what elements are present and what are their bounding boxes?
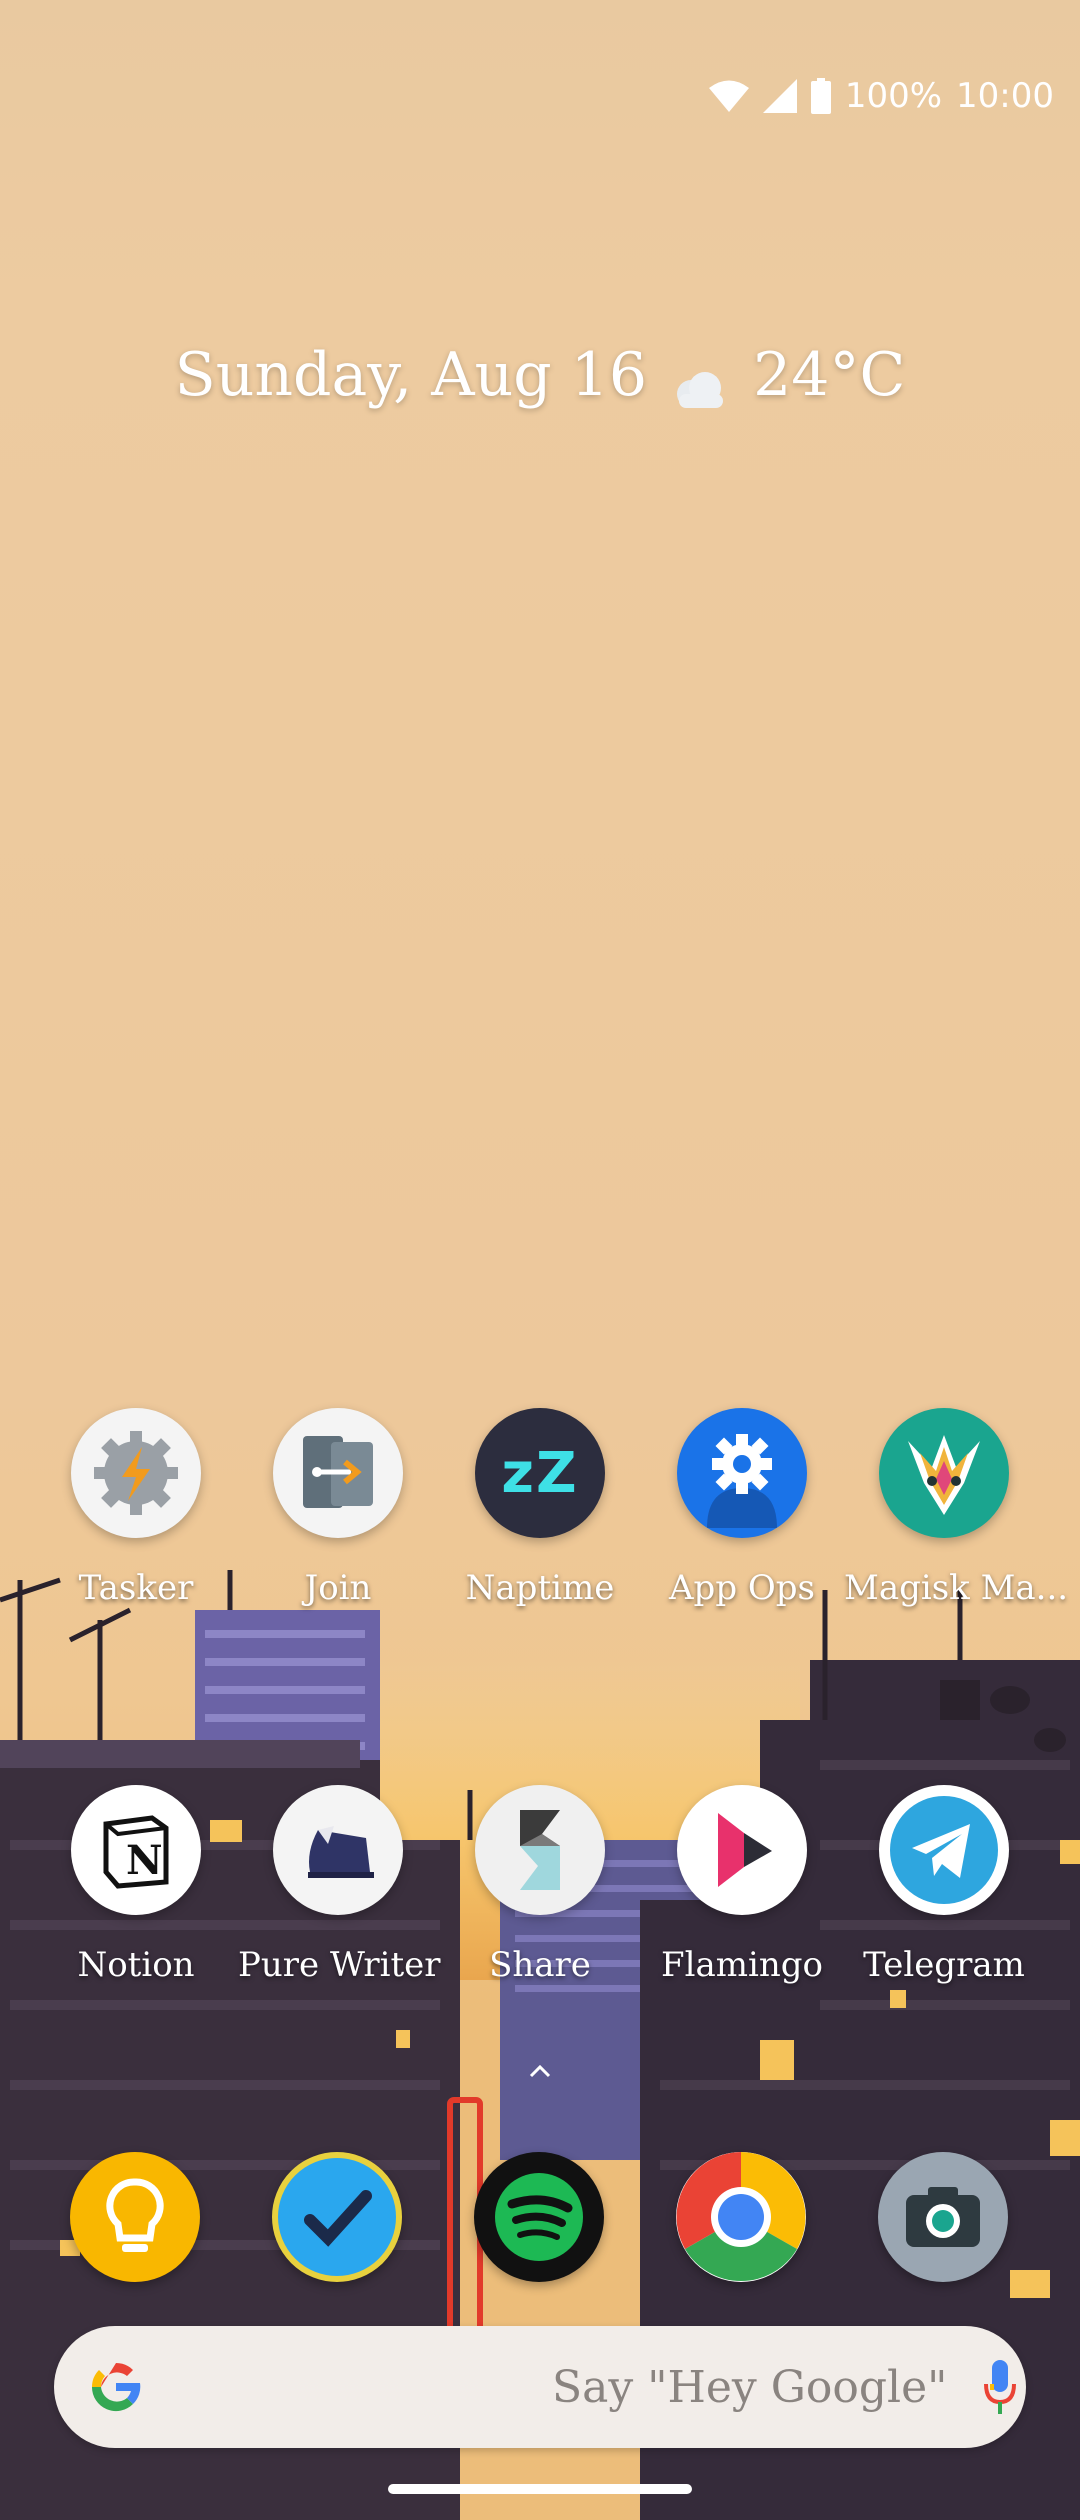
- camera-icon[interactable]: [878, 2152, 1008, 2282]
- notion-icon: N: [71, 1785, 201, 1915]
- tasks-check-icon[interactable]: [272, 2152, 402, 2282]
- chrome-icon[interactable]: [676, 2152, 806, 2282]
- at-a-glance-widget[interactable]: Sunday, Aug 16 24°C: [0, 340, 1080, 410]
- app-telegram[interactable]: Telegram: [844, 1785, 1044, 1985]
- app-flamingo[interactable]: Flamingo: [642, 1785, 842, 1985]
- google-search-bar[interactable]: Say "Hey Google": [54, 2326, 1026, 2448]
- app-label: Join: [304, 1568, 372, 1608]
- app-join[interactable]: Join: [238, 1408, 438, 1608]
- telegram-icon: [879, 1785, 1009, 1915]
- google-g-icon[interactable]: [86, 2357, 146, 2421]
- app-app-ops[interactable]: App Ops: [642, 1408, 842, 1608]
- app-magisk[interactable]: Magisk Ma...: [844, 1408, 1069, 1608]
- flamingo-icon: [677, 1785, 807, 1915]
- battery-percentage: 100%: [844, 76, 943, 116]
- app-notion[interactable]: N Notion: [36, 1785, 236, 1985]
- mic-icon[interactable]: [982, 2358, 1018, 2422]
- app-drawer-chevron-up-icon[interactable]: [525, 2060, 555, 2084]
- svg-text:N: N: [126, 1837, 163, 1884]
- temperature-text[interactable]: 24°C: [753, 340, 905, 410]
- app-label: Tasker: [78, 1568, 194, 1608]
- app-label: Pure Writer: [238, 1945, 441, 1985]
- cloud-icon: [669, 355, 731, 408]
- app-tasker[interactable]: Tasker: [36, 1408, 236, 1608]
- app-label: Magisk Ma...: [844, 1568, 1069, 1608]
- app-pure-writer[interactable]: Pure Writer: [238, 1785, 441, 1985]
- keep-notes-icon[interactable]: [70, 2152, 200, 2282]
- app-label: Notion: [77, 1945, 195, 1985]
- app-label: Share: [489, 1945, 591, 1985]
- cellular-signal-icon: [762, 79, 797, 113]
- magisk-icon: [879, 1408, 1009, 1538]
- clock: 10:00: [956, 76, 1054, 116]
- search-hint-text[interactable]: Say "Hey Google": [552, 2362, 947, 2413]
- share-icon: [475, 1785, 605, 1915]
- app-label: Telegram: [863, 1945, 1025, 1985]
- app-ops-icon: [677, 1408, 807, 1538]
- date-text[interactable]: Sunday, Aug 16: [175, 340, 647, 410]
- app-label: App Ops: [669, 1568, 815, 1608]
- naptime-icon: zZ: [475, 1408, 605, 1538]
- join-icon: [273, 1408, 403, 1538]
- status-bar: 100% 10:00: [708, 68, 1054, 124]
- gesture-navigation-handle[interactable]: [388, 2484, 692, 2494]
- app-naptime[interactable]: zZ Naptime: [440, 1408, 640, 1608]
- spotify-icon[interactable]: [474, 2152, 604, 2282]
- pure-writer-icon: [273, 1785, 403, 1915]
- app-label: Naptime: [465, 1568, 615, 1608]
- tasker-icon: [71, 1408, 201, 1538]
- app-label: Flamingo: [661, 1945, 823, 1985]
- app-share[interactable]: Share: [440, 1785, 640, 1985]
- wifi-icon: [708, 79, 749, 113]
- battery-icon: [810, 78, 831, 114]
